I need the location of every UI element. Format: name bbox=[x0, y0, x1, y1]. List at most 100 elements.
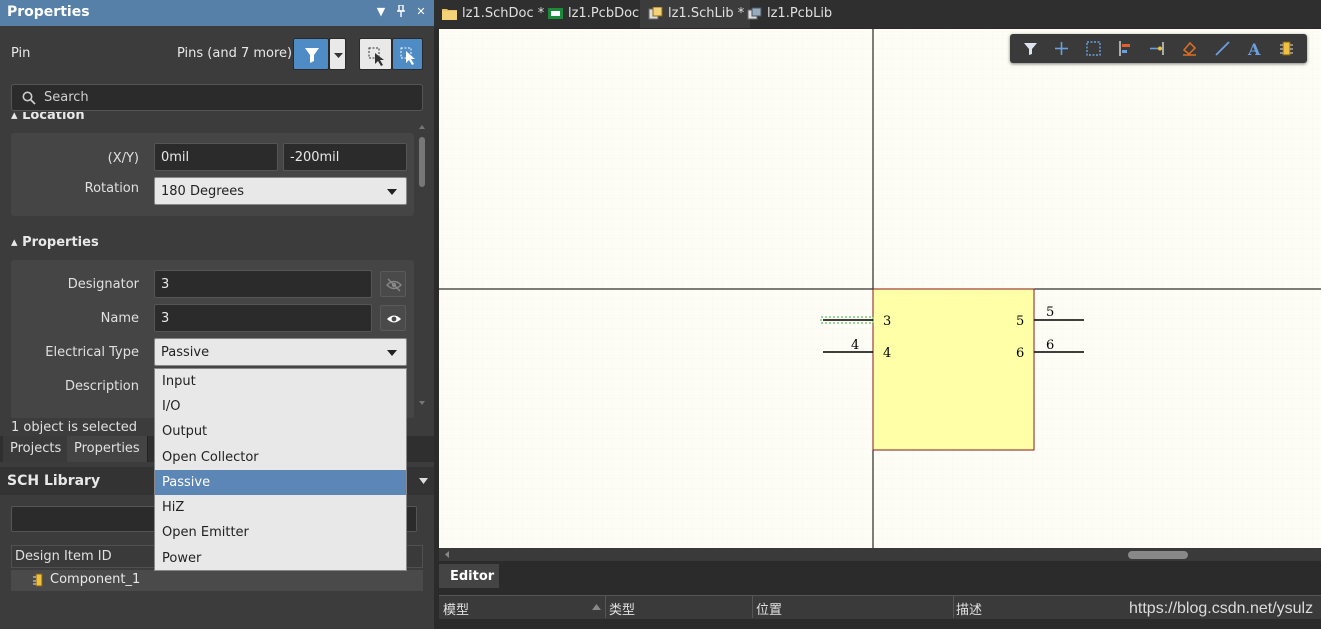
chevron-down-icon[interactable] bbox=[419, 478, 428, 485]
tab-editor[interactable]: Editor bbox=[439, 564, 499, 588]
search-placeholder: Search bbox=[44, 90, 89, 105]
search-icon bbox=[22, 91, 36, 105]
tab-properties[interactable]: Properties bbox=[67, 436, 148, 462]
column-description[interactable]: 描述 bbox=[956, 599, 982, 618]
column-location[interactable]: 位置 bbox=[756, 599, 782, 618]
rotation-label: Rotation bbox=[84, 181, 139, 196]
pin-3[interactable] bbox=[820, 316, 874, 324]
pin-6-outer-label: 6 bbox=[1046, 338, 1054, 353]
tab-projects[interactable]: Projects bbox=[3, 436, 70, 462]
text-icon[interactable]: A bbox=[1246, 40, 1263, 57]
search-input[interactable]: Search bbox=[11, 84, 423, 111]
electrical-type-label: Electrical Type bbox=[45, 345, 139, 360]
tab-pcblib[interactable]: lz1.PcbLib bbox=[739, 0, 838, 28]
column-divider bbox=[752, 596, 753, 618]
watermark: https://blog.csdn.net/ysulz bbox=[1129, 600, 1314, 617]
document-tabs: lz1.SchDoc * lz1.PcbDoc lz1.SchLib * lz1… bbox=[434, 0, 1321, 28]
eraser-icon[interactable] bbox=[1181, 40, 1198, 57]
properties-header-label: Properties bbox=[22, 235, 99, 250]
select-mode-button[interactable] bbox=[359, 38, 392, 70]
select-rect-icon[interactable] bbox=[1085, 40, 1102, 57]
properties-titlebar: Properties ▼ ✕ bbox=[0, 0, 434, 26]
sort-ascending-icon bbox=[592, 604, 601, 610]
tab-schlib[interactable]: lz1.SchLib * bbox=[640, 0, 751, 28]
component-name: Component_1 bbox=[50, 572, 141, 587]
line-icon[interactable] bbox=[1214, 40, 1231, 57]
location-group: (X/Y) 0mil -200mil Rotation 180 Degrees bbox=[11, 133, 414, 216]
component-icon[interactable] bbox=[1278, 40, 1295, 57]
pick-mode-button[interactable] bbox=[392, 38, 423, 70]
tab-pcbdoc[interactable]: lz1.PcbDoc bbox=[540, 0, 645, 28]
option-output[interactable]: Output bbox=[155, 419, 406, 444]
pin-5-inner-label: 5 bbox=[1016, 314, 1024, 329]
properties-header[interactable]: ▴ Properties bbox=[11, 235, 99, 250]
panel-title: Properties bbox=[7, 4, 90, 20]
add-icon[interactable] bbox=[1053, 40, 1070, 57]
electrical-type-select[interactable]: Passive bbox=[154, 338, 407, 366]
electrical-type-dropdown-list: Input I/O Output Open Collector Passive … bbox=[154, 368, 407, 571]
active-bar-toolbar: A bbox=[1010, 34, 1307, 63]
editor-tabs: Editor bbox=[439, 562, 1321, 588]
schlib-icon bbox=[648, 7, 663, 20]
component-icon bbox=[33, 573, 43, 587]
option-passive[interactable]: Passive bbox=[155, 470, 406, 495]
eye-hidden-icon bbox=[386, 278, 402, 292]
tab-schdoc-label: lz1.SchDoc * bbox=[462, 6, 545, 21]
component-body[interactable] bbox=[872, 288, 1035, 451]
option-hiz[interactable]: HiZ bbox=[155, 495, 406, 520]
rotation-select[interactable]: 180 Degrees bbox=[154, 177, 407, 205]
location-header[interactable]: ▴ Location bbox=[11, 112, 85, 123]
library-list-item[interactable]: Component_1 bbox=[11, 570, 423, 591]
pin-3-inner-label: 3 bbox=[883, 314, 891, 329]
canvas-horizontal-scrollbar[interactable] bbox=[439, 548, 1321, 561]
name-visibility-button[interactable] bbox=[380, 305, 406, 331]
description-label: Description bbox=[64, 379, 139, 394]
pin-4-inner-label: 4 bbox=[883, 346, 891, 361]
option-input[interactable]: Input bbox=[155, 369, 406, 394]
designator-field[interactable]: 3 bbox=[154, 270, 372, 298]
designator-label: Designator bbox=[67, 277, 139, 292]
scrollbar-thumb[interactable] bbox=[1128, 551, 1188, 559]
pcbdoc-icon bbox=[548, 8, 563, 19]
option-open-collector[interactable]: Open Collector bbox=[155, 445, 406, 470]
filter-dropdown-button[interactable] bbox=[329, 38, 346, 70]
name-field[interactable]: 3 bbox=[154, 304, 372, 332]
component-graphic: 4 3 4 5 6 5 6 bbox=[820, 288, 1084, 451]
column-model[interactable]: 模型 bbox=[443, 599, 469, 618]
option-open-emitter[interactable]: Open Emitter bbox=[155, 520, 406, 545]
tab-schdoc[interactable]: lz1.SchDoc * bbox=[434, 0, 550, 28]
column-type[interactable]: 类型 bbox=[609, 599, 635, 618]
close-panel-icon[interactable]: ✕ bbox=[414, 5, 428, 18]
tab-schlib-label: lz1.SchLib * bbox=[668, 6, 745, 21]
y-field[interactable]: -200mil bbox=[283, 143, 407, 171]
place-pin-icon[interactable] bbox=[1149, 40, 1166, 57]
panel-menu-icon[interactable]: ▼ bbox=[374, 5, 388, 18]
pin-4-outer-label: 4 bbox=[851, 338, 859, 353]
object-kind-label: Pin bbox=[11, 46, 31, 61]
option-power[interactable]: Power bbox=[155, 546, 406, 571]
align-icon[interactable] bbox=[1117, 40, 1134, 57]
schematic-canvas[interactable]: 4 3 4 5 6 5 6 bbox=[439, 29, 1321, 548]
column-divider bbox=[605, 596, 606, 618]
name-label: Name bbox=[100, 311, 139, 326]
filter-icon bbox=[305, 48, 319, 63]
design-item-id-header: Design Item ID bbox=[15, 549, 112, 564]
x-field[interactable]: 0mil bbox=[154, 143, 278, 171]
tab-pcblib-label: lz1.PcbLib bbox=[767, 6, 833, 21]
properties-scrollbar[interactable] bbox=[417, 125, 427, 415]
eye-icon bbox=[387, 315, 401, 323]
editor-body bbox=[439, 619, 1321, 629]
option-io[interactable]: I/O bbox=[155, 394, 406, 419]
designator-visibility-button[interactable] bbox=[380, 271, 406, 297]
selection-info: 1 object is selected bbox=[11, 420, 137, 435]
chevron-down-icon bbox=[334, 53, 343, 58]
filter-summary: Pins (and 7 more) bbox=[177, 46, 293, 61]
pcblib-icon bbox=[747, 7, 762, 20]
filter-icon[interactable] bbox=[1022, 40, 1039, 57]
location-header-label: Location bbox=[22, 112, 85, 123]
chevron-down-icon bbox=[387, 189, 397, 195]
filter-button[interactable] bbox=[293, 38, 329, 70]
pin-5-outer-label: 5 bbox=[1046, 305, 1054, 320]
pin-panel-icon[interactable] bbox=[394, 4, 408, 20]
rotation-value: 180 Degrees bbox=[161, 184, 245, 199]
